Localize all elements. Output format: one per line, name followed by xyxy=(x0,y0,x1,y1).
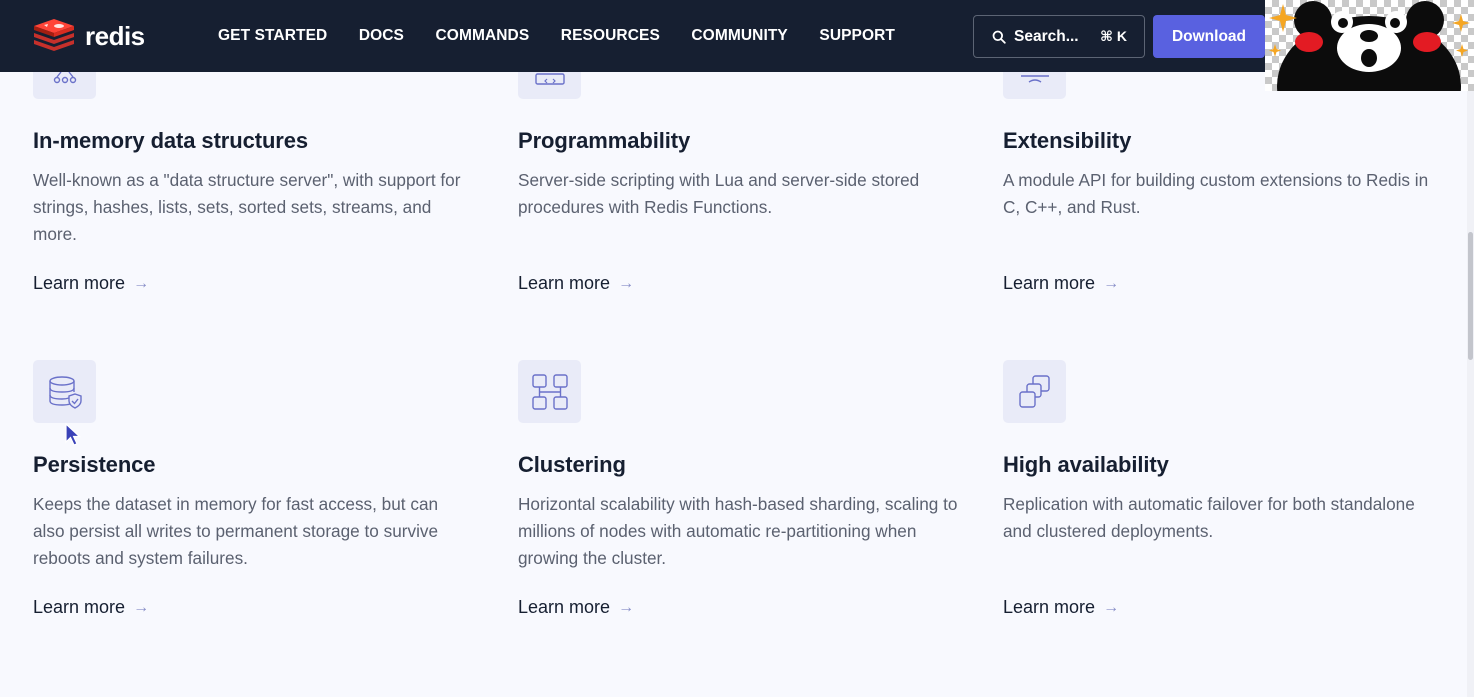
main-nav: GET STARTED DOCS COMMANDS RESOURCES COMM… xyxy=(218,0,927,72)
arrow-right-icon: → xyxy=(618,274,635,292)
nav-commands[interactable]: COMMANDS xyxy=(436,27,530,45)
feature-description: Horizontal scalability with hash-based s… xyxy=(518,494,958,568)
replicas-icon xyxy=(1018,374,1050,408)
learn-more-label: Learn more xyxy=(1003,273,1096,293)
feature-title: In-memory data structures xyxy=(33,128,309,153)
redis-logo[interactable]: redis xyxy=(32,16,145,56)
feature-icon-tile xyxy=(1003,360,1066,423)
nav-community[interactable]: COMMUNITY xyxy=(691,27,787,45)
database-shield-icon xyxy=(48,375,82,409)
mouse-cursor-icon xyxy=(65,422,82,446)
arrow-right-icon: → xyxy=(1103,274,1120,292)
learn-more-link[interactable]: Learn more → xyxy=(1003,273,1119,294)
learn-more-label: Learn more xyxy=(518,597,611,617)
feature-description: Well-known as a "data structure server",… xyxy=(33,170,461,244)
redis-cube-icon xyxy=(34,19,74,51)
learn-more-label: Learn more xyxy=(33,273,126,293)
arrow-right-icon: → xyxy=(618,598,635,616)
feature-title: Clustering xyxy=(518,452,626,477)
feature-title: Extensibility xyxy=(1003,128,1132,153)
arrow-right-icon: → xyxy=(1103,598,1120,616)
learn-more-label: Learn more xyxy=(1003,597,1096,617)
feature-icon-tile xyxy=(518,360,581,423)
nav-resources[interactable]: RESOURCES xyxy=(561,27,660,45)
feature-title: High availability xyxy=(1003,452,1169,477)
nav-docs[interactable]: DOCS xyxy=(359,27,404,45)
feature-description: Keeps the dataset in memory for fast acc… xyxy=(33,494,439,568)
scrollbar-thumb[interactable] xyxy=(1468,232,1473,360)
search-label: Search... xyxy=(1014,27,1079,45)
bear-mascot-icon xyxy=(1269,1,1470,91)
cluster-nodes-icon xyxy=(531,373,568,410)
learn-more-link[interactable]: Learn more → xyxy=(518,273,634,294)
learn-more-label: Learn more xyxy=(518,273,611,293)
download-button[interactable]: Download xyxy=(1153,15,1265,58)
feature-title: Persistence xyxy=(33,452,156,477)
logo-wordmark: redis xyxy=(85,20,145,51)
top-navigation-bar: redis GET STARTED DOCS COMMANDS RESOURCE… xyxy=(0,0,1474,72)
feature-description: Server-side scripting with Lua and serve… xyxy=(518,170,920,217)
nav-get-started[interactable]: GET STARTED xyxy=(218,27,327,45)
feature-icon-tile xyxy=(33,360,96,423)
feature-description: A module API for building custom extensi… xyxy=(1003,170,1429,217)
feature-description: Replication with automatic failover for … xyxy=(1003,494,1415,541)
page-viewport: redis GET STARTED DOCS COMMANDS RESOURCE… xyxy=(0,0,1474,697)
arrow-right-icon: → xyxy=(133,598,150,616)
scrollbar-track[interactable] xyxy=(1467,72,1474,697)
bear-sticker-overlay xyxy=(1265,0,1474,91)
arrow-right-icon: → xyxy=(133,274,150,292)
learn-more-link[interactable]: Learn more → xyxy=(33,273,149,294)
search-shortcut: ⌘ K xyxy=(1100,28,1127,44)
nav-support[interactable]: SUPPORT xyxy=(819,27,895,45)
feature-title: Programmability xyxy=(518,128,691,153)
learn-more-link[interactable]: Learn more → xyxy=(33,597,149,618)
learn-more-label: Learn more xyxy=(33,597,126,617)
search-icon xyxy=(992,30,1006,44)
learn-more-link[interactable]: Learn more → xyxy=(518,597,634,618)
search-button[interactable]: Search... ⌘ K xyxy=(973,15,1145,58)
learn-more-link[interactable]: Learn more → xyxy=(1003,597,1119,618)
